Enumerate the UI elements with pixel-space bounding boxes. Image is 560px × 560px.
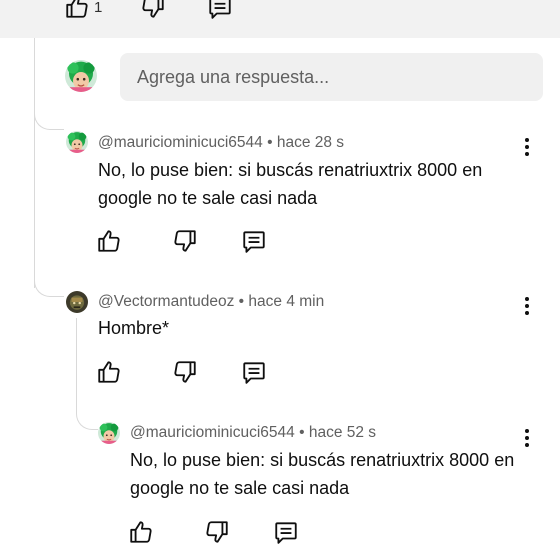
comment-author[interactable]: @Vectormantudeoz [98, 293, 234, 310]
dislike-button[interactable] [204, 519, 230, 545]
thumb-down-icon [140, 0, 166, 20]
comment-time: hace 4 min [248, 293, 325, 310]
thumb-down-icon [204, 519, 230, 545]
comment-icon [241, 228, 267, 254]
thread-curve [76, 392, 98, 430]
comment-text: Hombre* [98, 318, 170, 338]
thread-line [34, 38, 35, 288]
comment-icon [241, 359, 267, 385]
comment-meta: @mauriciominicuci6544 • hace 52 s [130, 424, 377, 441]
thumb-down-icon [172, 228, 198, 254]
comment-icon [207, 0, 233, 20]
comment-time: hace 52 s [308, 424, 377, 441]
dislike-button[interactable] [172, 359, 198, 385]
like-button[interactable]: 1 [64, 0, 102, 20]
avatar[interactable] [98, 422, 120, 444]
parent-comment-actions: 1 [0, 0, 560, 38]
reply-button[interactable] [273, 519, 299, 545]
like-count: 1 [94, 0, 103, 16]
reply-input[interactable]: Agrega una respuesta... [120, 53, 543, 101]
comment-author[interactable]: @mauriciominicuci6544 [130, 424, 295, 441]
thumb-up-icon [64, 0, 90, 20]
comment-icon [273, 519, 299, 545]
thumb-up-icon [96, 228, 122, 254]
comment-meta: @mauriciominicuci6544 • hace 28 s [98, 134, 345, 151]
thread-curve [34, 255, 64, 297]
avatar[interactable] [66, 291, 88, 313]
thumb-up-icon [128, 519, 154, 545]
thread-curve [34, 90, 64, 130]
comment-author[interactable]: @mauriciominicuci6544 [98, 134, 263, 151]
comment-text: No, lo puse bien: si buscás renatriuxtri… [98, 160, 483, 208]
reply-button[interactable] [241, 228, 267, 254]
avatar[interactable] [66, 131, 88, 153]
avatar [65, 60, 97, 92]
more-vert-icon[interactable] [524, 297, 530, 319]
dislike-button[interactable] [140, 0, 166, 20]
thumb-down-icon [172, 359, 198, 385]
reply-input-placeholder: Agrega una respuesta... [137, 67, 330, 87]
like-button[interactable] [96, 228, 122, 254]
like-button[interactable] [96, 359, 122, 385]
reply-button[interactable] [241, 359, 267, 385]
like-button[interactable] [128, 519, 154, 545]
comment-time: hace 28 s [276, 134, 345, 151]
dislike-button[interactable] [172, 228, 198, 254]
comment-meta: @Vectormantudeoz • hace 4 min [98, 293, 325, 310]
reply-button[interactable] [207, 0, 233, 20]
comment-text: No, lo puse bien: si buscás renatriuxtri… [130, 450, 515, 498]
more-vert-icon[interactable] [524, 138, 530, 160]
thumb-up-icon [96, 359, 122, 385]
